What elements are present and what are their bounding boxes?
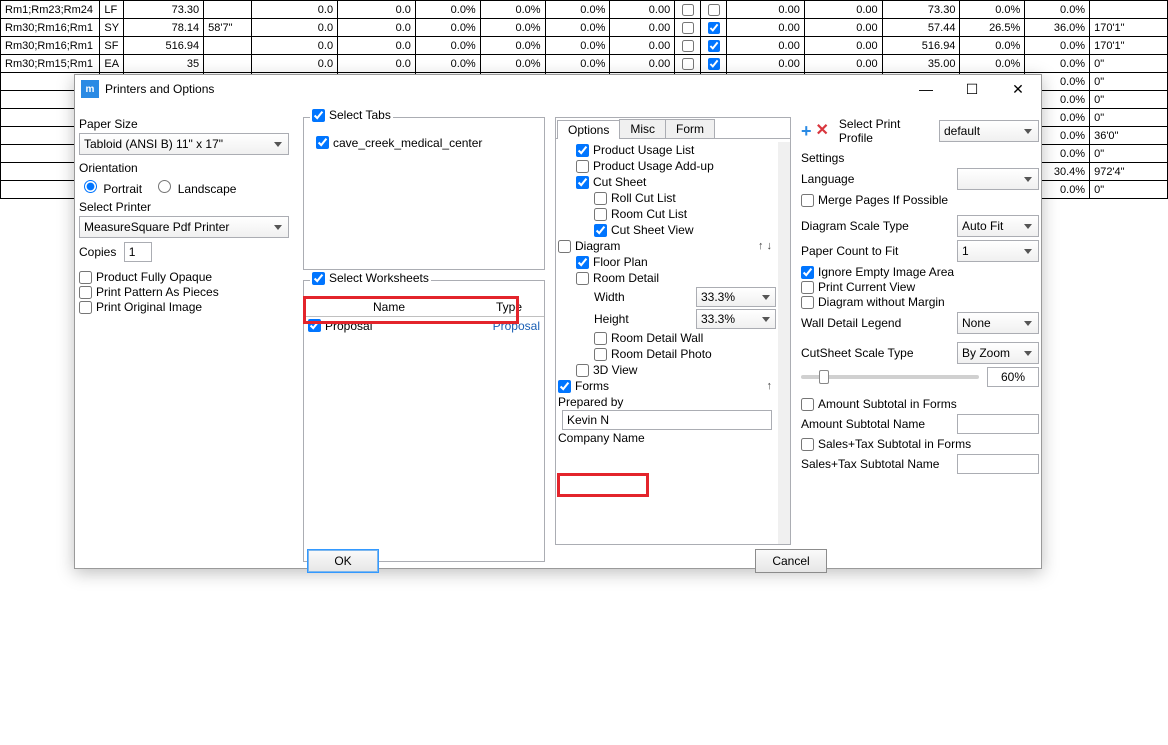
height-combo[interactable]: 33.3%	[696, 309, 776, 329]
printer-combo[interactable]: MeasureSquare Pdf Printer	[79, 216, 289, 238]
copies-label: Copies	[79, 245, 116, 259]
add-profile-icon[interactable]: +	[801, 122, 812, 140]
room-detail-wall-checkbox[interactable]	[594, 332, 607, 345]
grid-checkbox[interactable]	[682, 58, 694, 70]
zoom-percent[interactable]: 60%	[987, 367, 1039, 387]
amount-subtotal-checkbox[interactable]	[801, 398, 814, 411]
tab-form[interactable]: Form	[665, 119, 715, 138]
room-cut-list-checkbox[interactable]	[594, 208, 607, 221]
select-tabs-checkbox[interactable]	[312, 109, 325, 122]
orientation-label: Orientation	[79, 161, 289, 175]
select-tabs-panel: Select Tabs cave_creek_medical_center	[303, 117, 545, 270]
cancel-button[interactable]: Cancel	[755, 549, 827, 573]
settings-label: Settings	[801, 151, 1039, 165]
minimize-button[interactable]: —	[903, 75, 949, 103]
worksheet-row[interactable]: Proposal Proposal	[304, 317, 544, 335]
width-combo[interactable]: 33.3%	[696, 287, 776, 307]
cutsheet-scale-combo[interactable]: By Zoom	[957, 342, 1039, 364]
select-worksheets-checkbox[interactable]	[312, 272, 325, 285]
product-usage-list-checkbox[interactable]	[576, 144, 589, 157]
app-icon: m	[81, 80, 99, 98]
room-detail-photo-checkbox[interactable]	[594, 348, 607, 361]
tab-options[interactable]: Options	[557, 120, 620, 139]
paper-count-combo[interactable]: 1	[957, 240, 1039, 262]
sales-tax-subtotal-name-input[interactable]	[957, 454, 1039, 474]
print-original-checkbox[interactable]	[79, 301, 92, 314]
titlebar: m Printers and Options — ☐ ✕	[75, 75, 1041, 103]
cut-sheet-checkbox[interactable]	[576, 176, 589, 189]
portrait-radio[interactable]: Portrait	[79, 182, 142, 196]
print-pattern-checkbox[interactable]	[79, 286, 92, 299]
options-panel: Options Misc Form Product Usage List Pro…	[555, 117, 791, 545]
paper-size-label: Paper Size	[79, 117, 289, 131]
diagram-checkbox[interactable]	[558, 240, 571, 253]
profile-combo[interactable]: default	[939, 120, 1039, 142]
tab-misc[interactable]: Misc	[619, 119, 666, 138]
merge-pages-checkbox[interactable]	[801, 194, 814, 207]
wall-legend-combo[interactable]: None	[957, 312, 1039, 334]
sales-tax-subtotal-checkbox[interactable]	[801, 438, 814, 451]
printers-and-options-dialog: m Printers and Options — ☐ ✕ Paper Size …	[74, 74, 1042, 569]
close-button[interactable]: ✕	[995, 75, 1041, 103]
product-usage-addup-checkbox[interactable]	[576, 160, 589, 173]
diagram-no-margin-checkbox[interactable]	[801, 296, 814, 309]
landscape-radio[interactable]: Landscape	[153, 182, 236, 196]
three-d-view-checkbox[interactable]	[576, 364, 589, 377]
reorder-arrows-icon[interactable]: ↑ ↓	[758, 240, 776, 252]
grid-checkbox[interactable]	[682, 4, 694, 16]
language-combo[interactable]	[957, 168, 1039, 190]
grid-checkbox[interactable]	[708, 22, 720, 34]
roll-cut-list-checkbox[interactable]	[594, 192, 607, 205]
select-worksheets-panel: Select Worksheets Name Type Proposal Pro…	[303, 280, 545, 562]
ws-name-header: Name	[304, 300, 474, 314]
diagram-scale-combo[interactable]: Auto Fit	[957, 215, 1039, 237]
print-current-view-checkbox[interactable]	[801, 281, 814, 294]
grid-checkbox[interactable]	[682, 22, 694, 34]
tab-item-checkbox[interactable]	[316, 136, 329, 149]
zoom-slider[interactable]	[801, 375, 979, 379]
copies-input[interactable]: 1	[124, 242, 152, 262]
worksheet-item-checkbox[interactable]	[308, 319, 321, 332]
floor-plan-checkbox[interactable]	[576, 256, 589, 269]
cut-sheet-view-checkbox[interactable]	[594, 224, 607, 237]
prepared-by-input[interactable]: Kevin N	[562, 410, 772, 430]
grid-checkbox[interactable]	[682, 40, 694, 52]
ignore-empty-checkbox[interactable]	[801, 266, 814, 279]
room-detail-checkbox[interactable]	[576, 272, 589, 285]
select-printer-label: Select Printer	[79, 200, 289, 214]
amount-subtotal-name-input[interactable]	[957, 414, 1039, 434]
forms-checkbox[interactable]	[558, 380, 571, 393]
ws-type-header: Type	[474, 300, 544, 314]
grid-checkbox[interactable]	[708, 58, 720, 70]
delete-profile-icon[interactable]: ✕	[816, 123, 829, 139]
grid-checkbox[interactable]	[708, 4, 720, 16]
paper-size-combo[interactable]: Tabloid (ANSI B) 11" x 17"	[79, 133, 289, 155]
maximize-button[interactable]: ☐	[949, 75, 995, 103]
select-profile-label: Select Print Profile	[839, 117, 935, 145]
product-fully-opaque-checkbox[interactable]	[79, 271, 92, 284]
reorder-arrow-up-icon[interactable]: ↑	[767, 380, 777, 392]
grid-checkbox[interactable]	[708, 40, 720, 52]
dialog-title: Printers and Options	[105, 82, 903, 96]
ok-button[interactable]: OK	[307, 549, 379, 573]
